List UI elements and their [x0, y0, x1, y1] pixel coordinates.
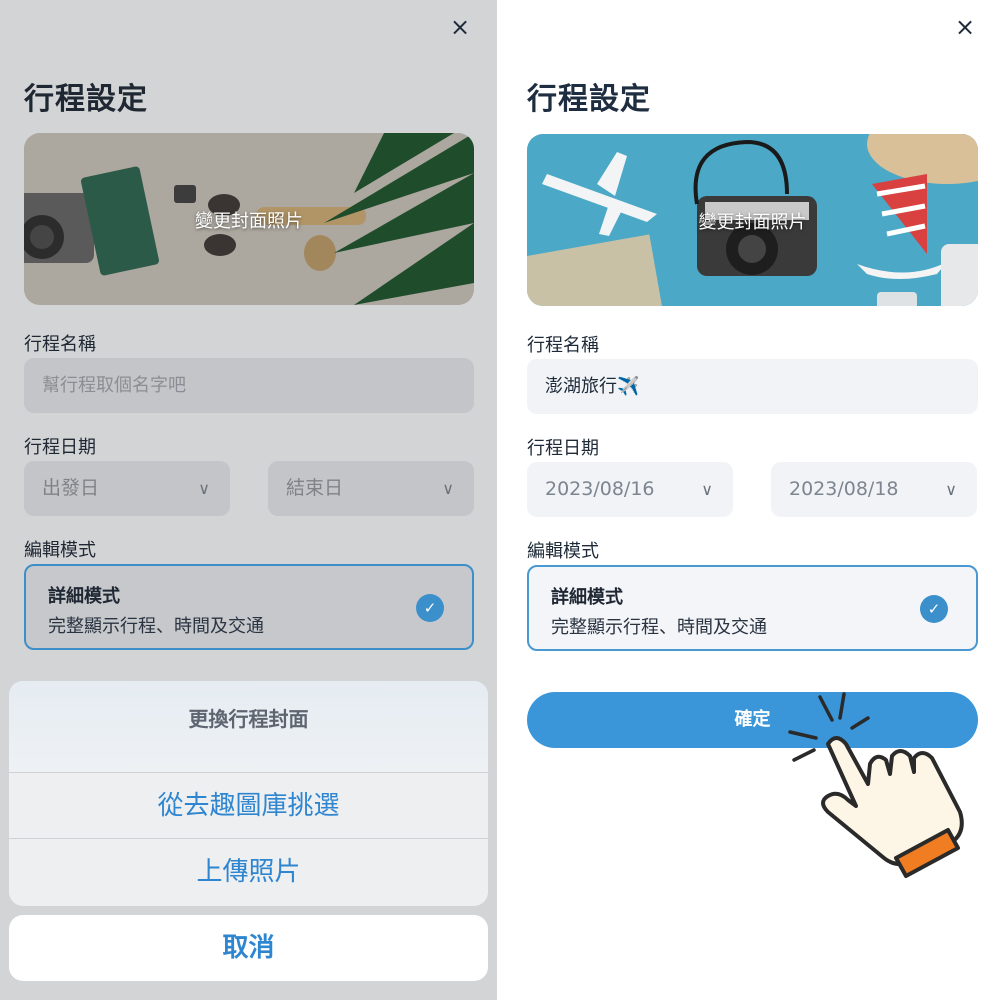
cover-photo[interactable]: 變更封面照片 [527, 134, 978, 306]
end-date-select[interactable]: 2023/08/18 ∨ [771, 462, 977, 517]
chevron-down-icon: ∨ [198, 479, 210, 498]
detailed-mode-option[interactable]: 詳細模式 完整顯示行程、時間及交通 ✓ [24, 564, 474, 650]
upload-photo-button[interactable]: 上傳照片 [9, 839, 488, 905]
trip-name-input[interactable]: 澎湖旅行✈️ [527, 359, 978, 414]
trip-date-label: 行程日期 [527, 438, 599, 459]
mode-description: 完整顯示行程、時間及交通 [551, 617, 767, 638]
detailed-mode-option[interactable]: 詳細模式 完整顯示行程、時間及交通 ✓ [527, 565, 978, 651]
cancel-button[interactable]: 取消 [9, 915, 488, 981]
action-sheet-title: 更換行程封面 [9, 681, 488, 773]
edit-mode-label: 編輯模式 [527, 541, 599, 562]
trip-date-label: 行程日期 [24, 437, 96, 458]
change-cover-label: 變更封面照片 [195, 211, 303, 232]
end-date-value: 2023/08/18 [789, 478, 899, 500]
mode-description: 完整顯示行程、時間及交通 [48, 616, 264, 637]
trip-name-input[interactable]: 幫行程取個名字吧 [24, 358, 474, 413]
cover-photo[interactable]: 變更封面照片 [24, 133, 474, 305]
trip-name-label: 行程名稱 [527, 335, 599, 356]
chevron-down-icon: ∨ [701, 480, 713, 499]
start-date-value: 2023/08/16 [545, 478, 655, 500]
trip-name-label: 行程名稱 [24, 334, 96, 355]
page-title: 行程設定 [24, 82, 148, 117]
mode-title: 詳細模式 [551, 587, 623, 608]
page-title: 行程設定 [527, 82, 651, 117]
start-date-value: 出發日 [42, 477, 100, 499]
end-date-select[interactable]: 結束日 ∨ [268, 461, 474, 516]
start-date-select[interactable]: 2023/08/16 ∨ [527, 462, 733, 517]
action-sheet: 更換行程封面 從去趣圖庫挑選 上傳照片 [9, 681, 488, 906]
check-circle-icon: ✓ [416, 594, 444, 622]
start-date-select[interactable]: 出發日 ∨ [24, 461, 230, 516]
tap-hand-icon [788, 692, 964, 878]
edit-mode-label: 編輯模式 [24, 540, 96, 561]
left-panel: × 行程設定 變更封面照片 行程名稱 幫行程取個名字吧 行程日期 出發日 ∨ 結… [0, 0, 497, 1000]
chevron-down-icon: ∨ [442, 479, 454, 498]
mode-title: 詳細模式 [48, 586, 120, 607]
chevron-down-icon: ∨ [945, 480, 957, 499]
check-circle-icon: ✓ [920, 595, 948, 623]
close-icon[interactable]: × [952, 14, 978, 40]
change-cover-label: 變更封面照片 [698, 212, 807, 233]
end-date-value: 結束日 [286, 477, 344, 499]
choose-from-gallery-button[interactable]: 從去趣圖庫挑選 [9, 773, 488, 839]
close-icon[interactable]: × [447, 14, 473, 40]
